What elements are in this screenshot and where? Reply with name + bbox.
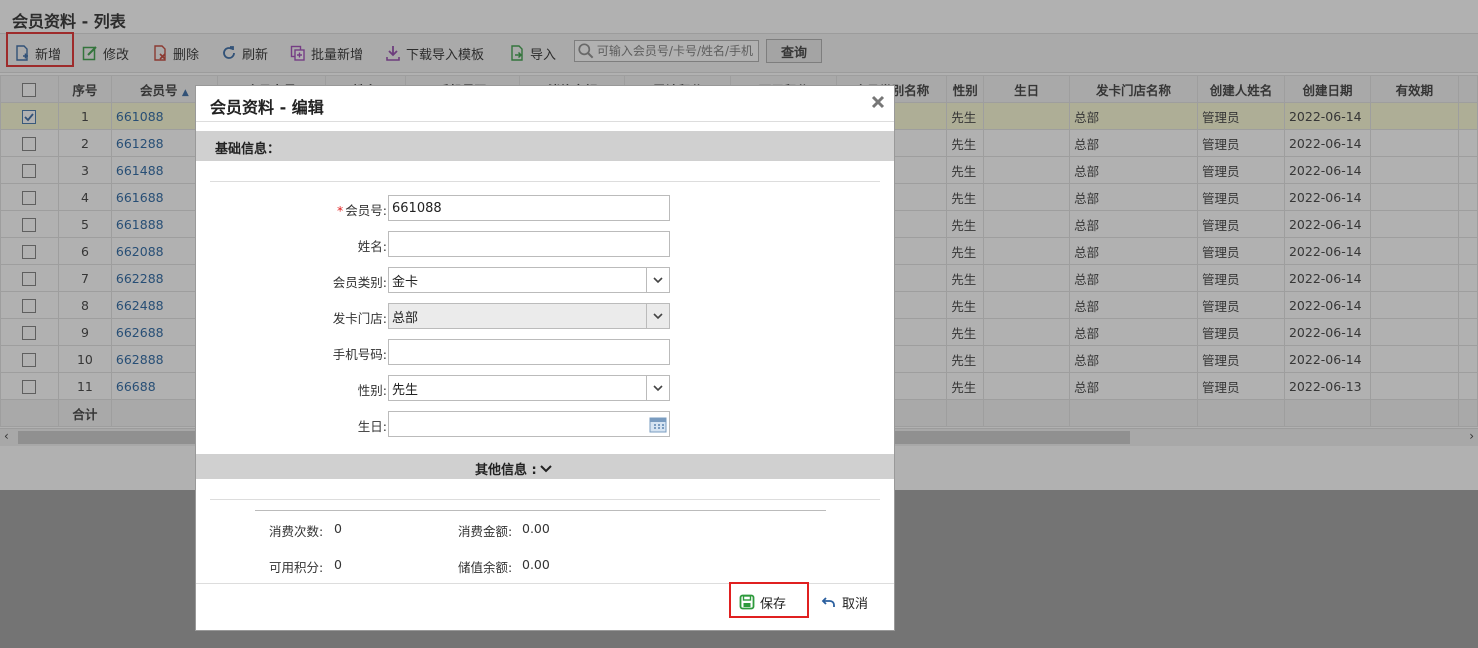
balance-value: 0.00 [522,557,550,572]
gender-row: 性别: 先生 [196,375,894,401]
category-label: 会员类别: [332,275,387,290]
divider [210,181,880,182]
gender-label: 性别: [357,383,387,398]
member-no-row: * 会员号: 661088 [196,195,894,221]
basic-info-header: 基础信息： [196,131,894,161]
basic-info-label: 基础信息： [215,142,281,157]
undo-icon [821,597,835,607]
consume-amount-label: 消费金额: [458,524,513,539]
edit-member-dialog: 会员资料 - 编辑 基础信息： * 会员号: 661088 姓名: 会员类别: 金… [195,85,895,631]
divider [255,510,826,511]
category-row: 会员类别: 金卡 [196,267,894,293]
other-info-label: 其他信息 : [475,463,537,478]
name-label: 姓名: [357,239,387,254]
consume-amount-value: 0.00 [522,521,550,536]
member-no-label-text: 会员号: [345,203,387,218]
save-icon [739,594,755,610]
phone-label: 手机号码: [332,347,387,362]
chevron-down-icon [540,464,552,472]
birthday-field[interactable] [388,411,670,437]
save-button[interactable]: 保存 [739,592,786,612]
member-no-label: * 会员号: [337,200,387,219]
chevron-down-icon[interactable] [646,304,669,328]
consume-count-label: 消费次数: [269,524,324,539]
consume-count-value: 0 [334,521,342,536]
gender-select[interactable]: 先生 [388,375,670,401]
birthday-row: 生日: [196,411,894,437]
other-info-toggle[interactable]: 其他信息 : [475,459,553,478]
points-value: 0 [334,557,342,572]
store-label: 发卡门店: [332,311,387,326]
store-select[interactable]: 总部 [388,303,670,329]
member-no-field[interactable]: 661088 [388,195,670,221]
name-row: 姓名: [196,231,894,257]
phone-row: 手机号码: [196,339,894,365]
divider [210,499,880,500]
cancel-label: 取消 [842,596,869,612]
other-info-header[interactable]: 其他信息 : [196,454,894,479]
balance-label: 储值余额: [458,560,513,575]
gender-value: 先生 [392,382,419,398]
calendar-icon[interactable] [649,415,667,433]
category-select[interactable]: 金卡 [388,267,670,293]
points-label: 可用积分: [269,560,324,575]
name-field[interactable] [388,231,670,257]
dialog-title: 会员资料 - 编辑 [210,98,324,117]
store-row: 发卡门店: 总部 [196,303,894,329]
save-label: 保存 [760,596,787,612]
chevron-down-icon[interactable] [646,376,669,400]
divider [196,121,894,122]
store-value: 总部 [392,310,419,326]
chevron-down-icon[interactable] [646,268,669,292]
phone-field[interactable] [388,339,670,365]
category-value: 金卡 [392,274,419,290]
required-marker: * [337,203,344,218]
cancel-button[interactable]: 取消 [821,592,868,612]
close-icon[interactable] [870,94,886,110]
birthday-label: 生日: [357,419,387,434]
